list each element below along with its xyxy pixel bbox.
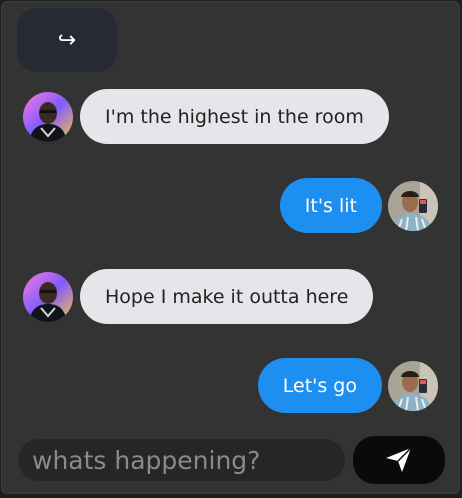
- send-button[interactable]: [353, 436, 445, 484]
- chat-window: ↪ I'm the highest in the room It's lit H…: [1, 1, 460, 494]
- avatar[interactable]: [23, 91, 73, 142]
- message-row-outgoing: Let's go: [257, 358, 438, 413]
- message-row-outgoing: It's lit: [279, 178, 438, 233]
- message-bubble: I'm the highest in the room: [80, 89, 389, 144]
- message-bubble: It's lit: [279, 178, 382, 233]
- avatar[interactable]: [388, 180, 438, 231]
- avatar[interactable]: [23, 271, 73, 322]
- send-icon: [386, 447, 412, 472]
- redirect-button[interactable]: ↪: [17, 8, 117, 72]
- message-row-incoming: I'm the highest in the room: [23, 89, 389, 144]
- message-input[interactable]: [30, 444, 345, 476]
- message-bubble: Hope I make it outta here: [80, 269, 374, 324]
- redirect-icon: ↪: [57, 27, 77, 53]
- message-row-incoming: Hope I make it outta here: [23, 269, 374, 324]
- message-input-container: [18, 439, 345, 481]
- avatar[interactable]: [388, 360, 438, 411]
- message-bubble: Let's go: [257, 358, 382, 413]
